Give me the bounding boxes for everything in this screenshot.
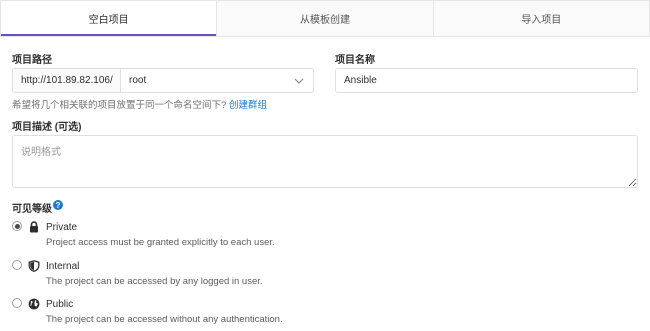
tab-create-from-template[interactable]: 从模板创建 [216, 0, 433, 36]
visibility-internal-radio[interactable] [12, 260, 22, 270]
project-description-label: 项目描述 (可选) [12, 122, 82, 133]
visibility-level-label: 可见等级 [12, 204, 52, 215]
path-prefix: http://101.89.82.106/ [13, 69, 121, 92]
create-group-link[interactable]: 创建群组 [229, 100, 267, 111]
tab-import-project[interactable]: 导入项目 [432, 0, 650, 36]
visibility-internal-title: Internal [46, 261, 80, 272]
visibility-private-title: Private [46, 222, 78, 233]
lock-icon [28, 220, 40, 233]
project-name-label: 项目名称 [335, 55, 375, 66]
visibility-public-radio[interactable] [12, 298, 22, 308]
question-circle-icon[interactable]: ? [53, 200, 63, 210]
globe-icon [28, 297, 40, 310]
visibility-private-description: Project access must be granted explicitl… [46, 237, 275, 248]
visibility-private-radio[interactable] [12, 221, 22, 231]
project-path-group: http://101.89.82.106/ root [12, 68, 314, 93]
namespace-value: root [129, 75, 147, 86]
tab-blank-project[interactable]: 空白项目 [0, 0, 217, 36]
project-path-label: 项目路径 [12, 55, 52, 66]
chevron-down-icon [293, 75, 305, 87]
group-help-text: 希望将几个相关联的项目放置于同一个命名空间下? [12, 100, 227, 111]
group-help: 希望将几个相关联的项目放置于同一个命名空间下? 创建群组 [12, 97, 267, 111]
project-description-input[interactable] [12, 135, 638, 188]
visibility-public-title: Public [46, 299, 74, 310]
namespace-select[interactable]: root [121, 69, 313, 92]
visibility-internal-description: The project can be accessed by any logge… [46, 276, 263, 287]
visibility-public-description: The project can be accessed without any … [46, 314, 283, 325]
project-type-tabs: 空白项目 从模板创建 导入项目 [0, 0, 650, 37]
project-name-input[interactable] [335, 68, 638, 93]
shield-icon [28, 259, 40, 272]
